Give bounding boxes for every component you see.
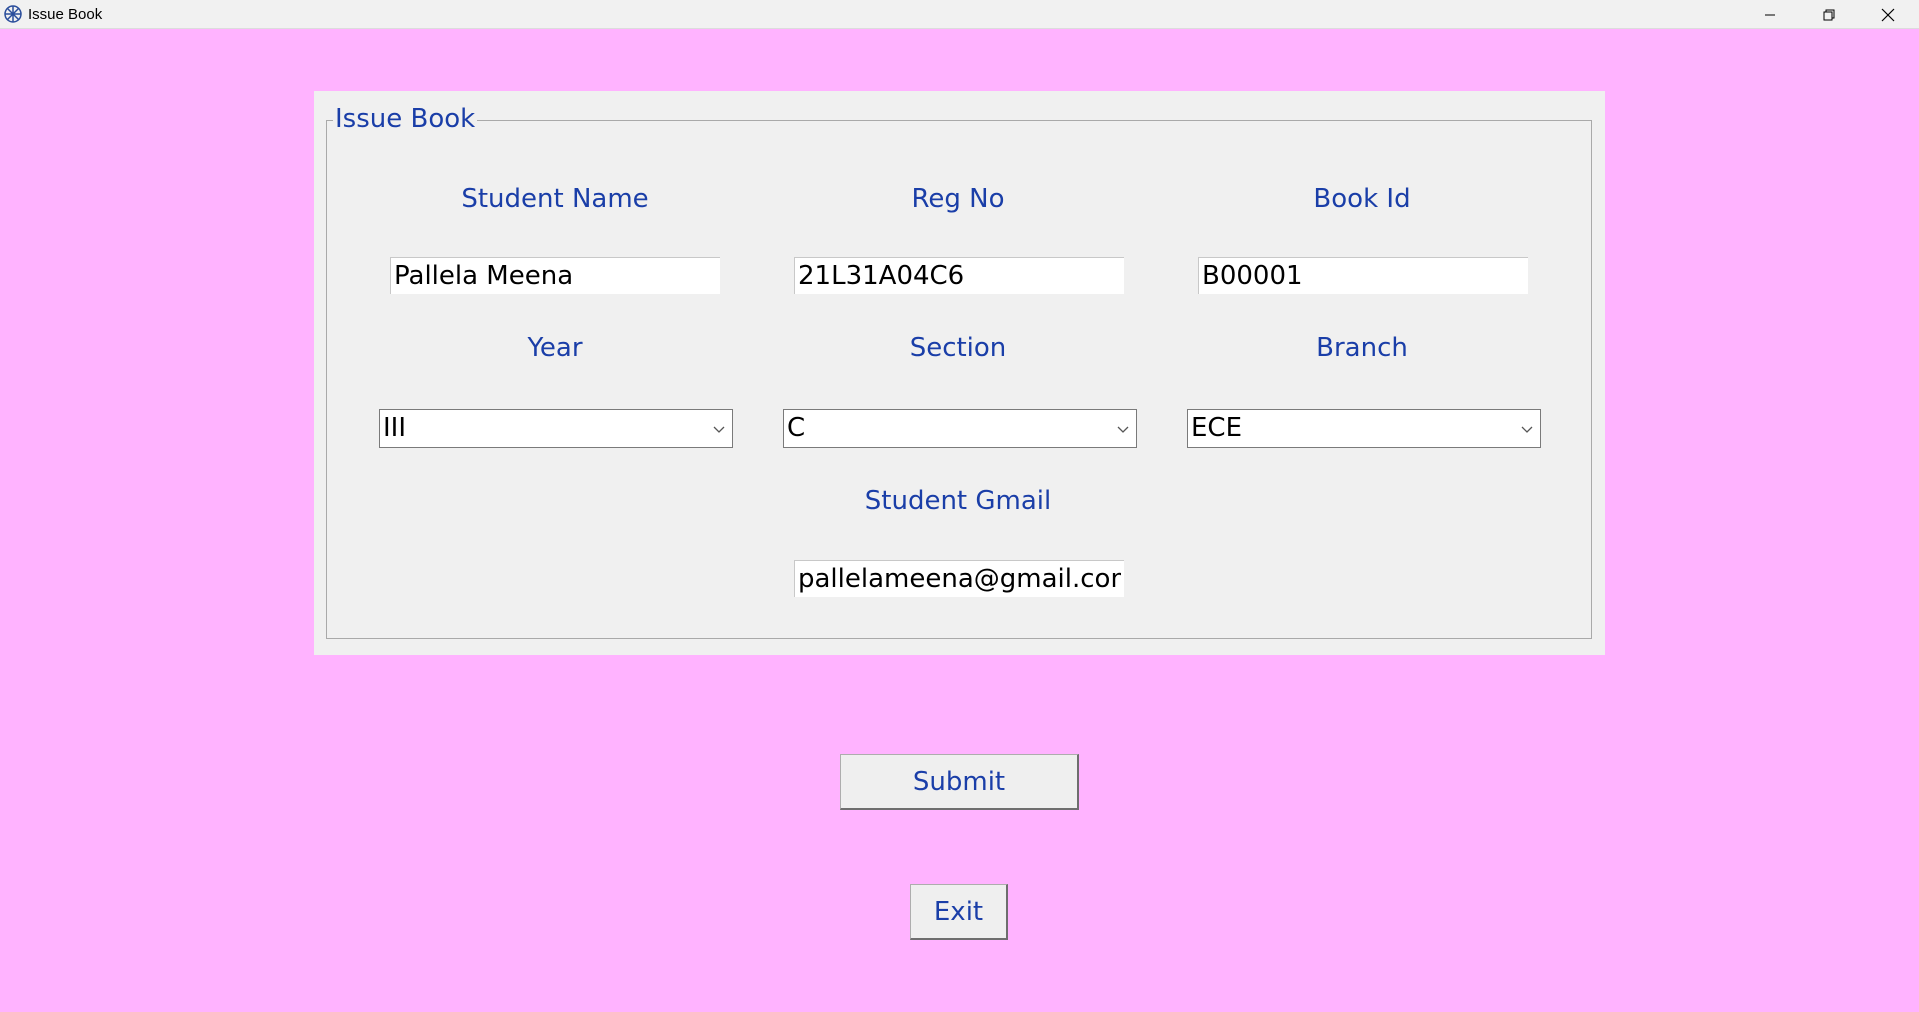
student-name-input[interactable]	[390, 257, 720, 294]
restore-button[interactable]	[1800, 0, 1858, 29]
branch-select[interactable]: ECE	[1187, 409, 1541, 448]
section-select[interactable]: C	[783, 409, 1137, 448]
restore-icon	[1823, 9, 1835, 21]
window-content: Issue Book Student Name Reg No Book Id Y…	[0, 29, 1919, 1012]
branch-selected-value: ECE	[1191, 413, 1243, 443]
submit-button[interactable]: Submit	[840, 754, 1079, 810]
issue-book-window: Issue Book Issue Book Student Name Reg N…	[0, 0, 1919, 1012]
close-icon	[1881, 8, 1895, 22]
chevron-down-icon	[1116, 422, 1130, 436]
groupbox-title: Issue Book	[333, 103, 478, 135]
chevron-down-icon	[1520, 422, 1534, 436]
form-panel: Issue Book Student Name Reg No Book Id Y…	[314, 91, 1605, 655]
exit-button[interactable]: Exit	[910, 884, 1008, 940]
year-select[interactable]: III	[379, 409, 733, 448]
section-label: Section	[909, 333, 1007, 363]
reg-no-label: Reg No	[911, 184, 1005, 214]
window-title: Issue Book	[28, 6, 103, 23]
section-selected-value: C	[787, 413, 806, 443]
app-feather-icon	[3, 4, 23, 24]
minimize-button[interactable]	[1741, 0, 1799, 29]
chevron-down-icon	[712, 422, 726, 436]
close-button[interactable]	[1859, 0, 1917, 29]
title-bar: Issue Book	[0, 0, 1919, 29]
book-id-input[interactable]	[1198, 257, 1528, 294]
student-name-label: Student Name	[461, 184, 649, 214]
year-selected-value: III	[383, 413, 407, 443]
student-gmail-label: Student Gmail	[864, 486, 1052, 516]
book-id-label: Book Id	[1313, 184, 1411, 214]
minimize-icon	[1764, 9, 1776, 21]
branch-label: Branch	[1316, 333, 1408, 363]
year-label: Year	[527, 333, 583, 363]
student-gmail-input[interactable]	[794, 560, 1124, 597]
reg-no-input[interactable]	[794, 257, 1124, 294]
